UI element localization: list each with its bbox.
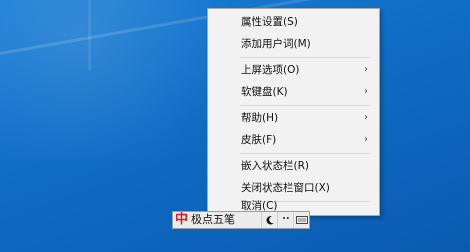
menu-item-label: 属性设置(S) [241, 16, 298, 28]
menu-item-label: 关闭状态栏窗口(X) [241, 182, 330, 194]
desktop-light-beam [88, 0, 91, 70]
menu-item-help[interactable]: 帮助(H) › [209, 107, 378, 129]
menu-separator [240, 57, 371, 58]
menu-item-soft-keyboard[interactable]: 软键盘(K) › [209, 81, 378, 103]
chevron-right-icon: › [364, 134, 368, 145]
ime-status-bar[interactable]: 中 极点五笔 [172, 211, 310, 229]
menu-item-commit-options[interactable]: 上屏选项(O) › [209, 59, 378, 81]
menu-item-add-user-word[interactable]: 添加用户词(M) [209, 33, 378, 55]
menu-item-label: 皮肤(F) [241, 134, 277, 146]
ime-logo-icon[interactable]: 中 [173, 212, 190, 228]
menu-item-label: 帮助(H) [241, 112, 279, 124]
menu-item-embed-status-bar[interactable]: 嵌入状态栏(R) [209, 155, 378, 177]
chevron-right-icon: › [364, 112, 368, 123]
menu-item-label: 嵌入状态栏(R) [241, 160, 309, 172]
chevron-right-icon: › [364, 64, 368, 75]
ime-context-menu: 属性设置(S) 添加用户词(M) 上屏选项(O) › 软键盘(K) › 帮助(H… [207, 8, 380, 216]
punctuation-icon[interactable] [277, 212, 293, 228]
ime-logo-text: 中 [174, 212, 188, 227]
ime-name-label: 极点五笔 [191, 213, 235, 226]
menu-separator [240, 105, 371, 106]
chevron-right-icon: › [364, 86, 368, 97]
menu-item-skin[interactable]: 皮肤(F) › [209, 129, 378, 151]
menu-item-label: 添加用户词(M) [241, 38, 311, 50]
menu-item-label: 上屏选项(O) [241, 64, 300, 76]
menu-separator [240, 153, 371, 154]
keyboard-icon[interactable] [293, 212, 309, 228]
menu-item-properties[interactable]: 属性设置(S) [209, 11, 378, 33]
moon-icon[interactable] [261, 212, 277, 228]
menu-item-label: 软键盘(K) [241, 86, 288, 98]
